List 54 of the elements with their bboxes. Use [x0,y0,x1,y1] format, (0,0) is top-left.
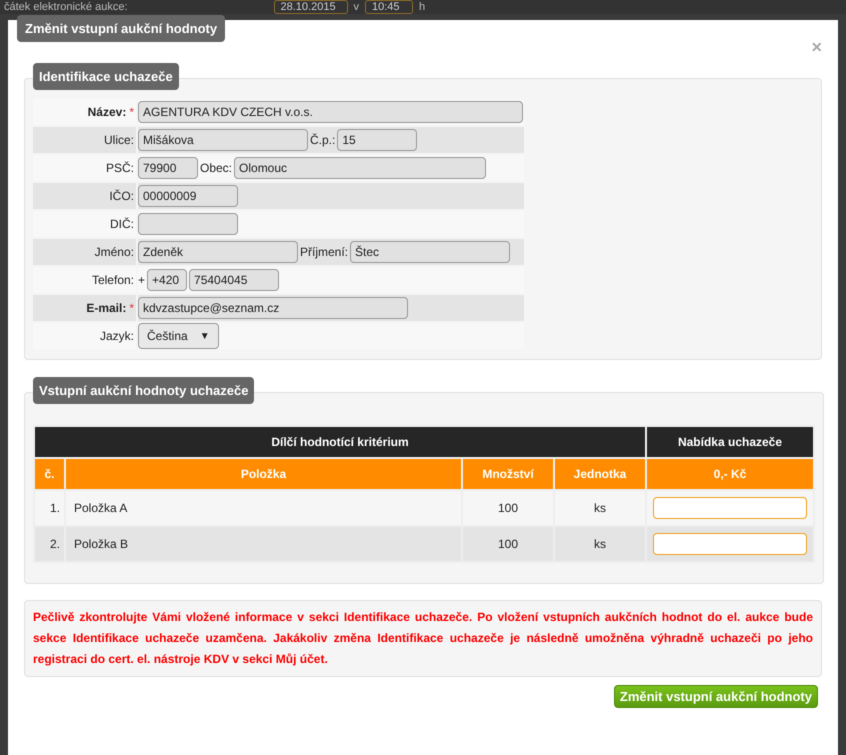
field-label: Jméno: [94,245,134,259]
table-header: Dílčí hodnotící kritérium [35,427,645,457]
table-cell: Položka B [66,527,461,561]
table-cell: 2. [35,527,64,561]
offer-field[interactable] [653,533,807,555]
column-header: Jednotka [555,459,645,489]
text-field[interactable]: 15 [337,129,418,151]
offer-field[interactable] [653,497,807,519]
background-label: v [354,1,360,13]
section-legend: Vstupní aukční hodnoty uchazeče [33,377,254,404]
date-field: 28.10.2015 [274,0,348,14]
table-cell: ks [555,527,645,561]
field-label: Název: [88,105,126,119]
column-header: 0,- Kč [647,459,813,489]
column-header: Množství [463,459,553,489]
field-label: + [138,273,146,287]
text-field[interactable]: 79900 [138,157,198,179]
text-field[interactable]: +420 [147,269,188,291]
table-cell: Položka A [66,491,461,525]
field-label: Č.p.: [310,133,336,147]
field-label: E-mail: [86,301,126,315]
warning-text: Pečlivě zkontrolujte Vámi vložené informace v sekci Identifikace uchazeče. Po vložení vstupních aukčních hodnot do el. aukce bude sekce Identifikace uchazeče uzamčena. Jakákoliv změna Identifikace uchazeče je následně umožněna výhradně uchazeči po jeho registraci do cert. el. nástroje KDV v sekci Můj účet. [24,600,822,677]
table-cell: 100 [463,491,553,525]
field-label: Telefon: [92,273,134,287]
background-label: h [419,1,426,13]
field-label: IČO: [109,189,134,203]
table-cell: 100 [463,527,553,561]
table-cell: 1. [35,491,64,525]
text-field[interactable]: 75404045 [189,269,280,291]
field-label: DIČ: [110,217,134,231]
table-header: Nabídka uchazeče [647,427,813,457]
text-field[interactable]: kdvzastupce@seznam.cz [138,297,408,319]
field-label: Jazyk: [100,329,134,343]
language-select[interactable]: Čeština ▼ [138,323,219,349]
table-cell: ks [555,491,645,525]
text-field[interactable]: Olomouc [234,157,486,179]
text-field[interactable]: AGENTURA KDV CZECH v.o.s. [138,101,523,123]
field-label: Příjmení: [300,245,348,259]
field-label: Obec: [200,161,232,175]
time-field: 10:45 [365,0,414,14]
text-field[interactable]: Zdeněk [138,241,298,263]
text-field[interactable] [138,213,238,235]
dialog-title: Změnit vstupní aukční hodnoty [17,15,226,42]
text-field[interactable]: Mišákova [138,129,308,151]
text-field[interactable]: 00000009 [138,185,238,207]
required-mark: * [129,105,134,119]
background-label: čátek elektronické aukce: [4,1,128,13]
text-field[interactable]: Štec [350,241,510,263]
field-label: Ulice: [104,133,134,147]
field-label: PSČ: [106,161,134,175]
required-mark: * [129,301,134,315]
section-legend: Identifikace uchazeče [33,63,179,90]
column-header: č. [35,459,64,489]
column-header: Položka [66,459,461,489]
